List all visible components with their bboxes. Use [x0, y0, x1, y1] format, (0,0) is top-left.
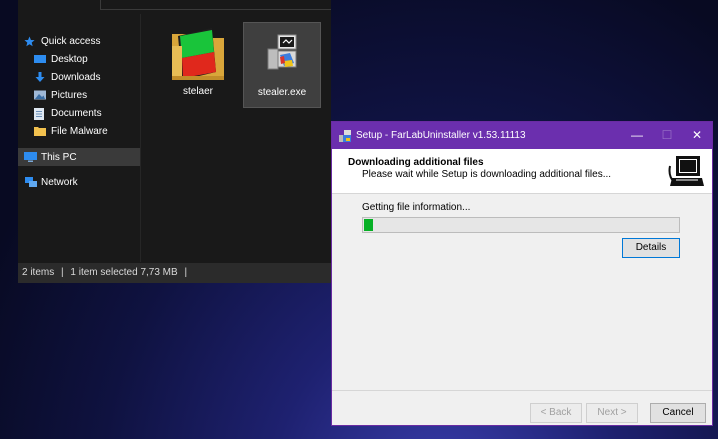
folder-icon [172, 28, 224, 80]
nav-this-pc[interactable]: This PC [18, 148, 146, 166]
next-button: Next > [586, 403, 638, 423]
star-icon [24, 36, 36, 47]
file-list: stelaer stealer.exe [140, 14, 331, 262]
dialog-title: Setup - FarLabUninstaller v1.53.11113 [356, 130, 526, 141]
status-selection: 1 item selected 7,73 MB [70, 267, 178, 278]
cancel-button[interactable]: Cancel [650, 403, 706, 423]
file-name: stelaer [182, 86, 213, 97]
desktop-icon [34, 54, 46, 64]
computer-icon [24, 152, 37, 162]
nav-documents[interactable]: Documents 📌 [18, 104, 156, 122]
back-button: < Back [530, 403, 582, 423]
navigation-pane: Quick access Desktop 📌 Downloads 📌 Pictu… [18, 14, 150, 262]
details-button[interactable]: Details [622, 238, 680, 258]
nav-pictures[interactable]: Pictures 📌 [18, 86, 156, 104]
computer-icon [668, 153, 705, 189]
nav-quick-access[interactable]: Quick access [18, 32, 146, 50]
download-progress-bar [362, 217, 680, 233]
nav-label: File Malware [51, 125, 108, 137]
minimize-icon[interactable]: — [622, 122, 652, 149]
setup-dialog: Setup - FarLabUninstaller v1.53.11113 — … [331, 121, 713, 426]
nav-label: Downloads [51, 71, 101, 83]
footer-divider [332, 390, 712, 391]
status-separator: | [184, 267, 188, 278]
wizard-header: Downloading additional files Please wait… [332, 149, 712, 194]
documents-icon [34, 108, 46, 120]
nav-file-malware[interactable]: File Malware 📌 [18, 122, 156, 140]
status-separator: | [61, 267, 64, 278]
download-arrow-icon [34, 72, 46, 82]
nav-label: Quick access [41, 35, 101, 47]
status-item-count: 2 items [22, 267, 55, 278]
file-item-stealer-exe[interactable]: stealer.exe [243, 22, 321, 108]
maximize-icon: ☐ [661, 128, 673, 142]
page-subtitle: Please wait while Setup is downloading a… [362, 169, 612, 180]
folder-icon [34, 126, 46, 136]
status-text: Getting file information... [362, 202, 471, 213]
nav-label: Pictures [51, 89, 88, 101]
explorer-toolbar [18, 0, 331, 14]
installer-icon [339, 129, 351, 142]
nav-label: Network [41, 176, 78, 188]
nav-label: This PC [41, 151, 77, 163]
nav-desktop[interactable]: Desktop 📌 [18, 50, 156, 68]
status-bar: 2 items | 1 item selected 7,73 MB | [18, 263, 331, 283]
nav-downloads[interactable]: Downloads 📌 [18, 68, 156, 86]
pictures-icon [34, 90, 46, 100]
progress-fill [364, 219, 374, 231]
installer-icon [267, 34, 297, 70]
nav-label: Documents [51, 107, 102, 119]
nav-label: Desktop [51, 53, 88, 65]
nav-network[interactable]: Network [18, 173, 146, 191]
close-icon[interactable]: ✕ [682, 122, 712, 149]
network-icon [24, 177, 37, 187]
file-explorer-window: Quick access Desktop 📌 Downloads 📌 Pictu… [18, 0, 331, 283]
address-bar[interactable] [100, 0, 331, 10]
page-title: Downloading additional files [348, 157, 484, 168]
file-name: stealer.exe [257, 87, 307, 98]
file-item-stelaer[interactable]: stelaer [159, 22, 237, 108]
dialog-titlebar[interactable]: Setup - FarLabUninstaller v1.53.11113 — … [332, 122, 712, 149]
